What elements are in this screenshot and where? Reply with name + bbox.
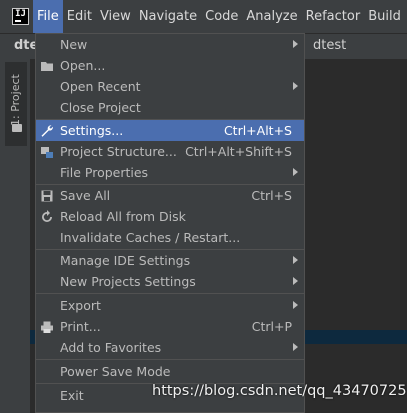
menu-item-label: Open Recent (60, 79, 141, 94)
menu-separator (36, 359, 304, 360)
menu-item-shortcut: Ctrl+S (251, 188, 292, 203)
save-icon (41, 190, 53, 202)
folder-icon (41, 62, 53, 71)
menu-item-project-structure[interactable]: Project Structure... Ctrl+Alt+Shift+S (36, 141, 304, 162)
menu-edit[interactable]: Edit (63, 0, 96, 33)
menu-item-label: Add to Favorites (60, 340, 162, 355)
menu-file[interactable]: File (33, 0, 63, 33)
menu-analyze[interactable]: Analyze (242, 0, 301, 33)
menu-item-reload-all[interactable]: Reload All from Disk (36, 206, 304, 227)
menu-item-label: Save All (60, 188, 111, 203)
menu-item-open-recent[interactable]: Open Recent (36, 76, 304, 97)
project-structure-icon (41, 147, 53, 158)
submenu-arrow-icon (293, 277, 298, 285)
menu-item-file-properties[interactable]: File Properties (36, 162, 304, 183)
menu-item-label: File Properties (60, 165, 149, 180)
main-menubar: IJ File Edit View Navigate Code Analyze … (0, 0, 407, 33)
menu-item-add-to-favorites[interactable]: Add to Favorites (36, 337, 304, 358)
menu-item-new-projects-settings[interactable]: New Projects Settings (36, 271, 304, 292)
menu-item-new[interactable]: New (36, 34, 304, 55)
menu-code[interactable]: Code (201, 0, 242, 33)
menu-item-print[interactable]: Print... Ctrl+P (36, 316, 304, 337)
menu-item-manage-ide-settings[interactable]: Manage IDE Settings (36, 250, 304, 271)
menu-item-export[interactable]: Export (36, 295, 304, 316)
menu-item-label: Exit (60, 388, 84, 403)
menu-view[interactable]: View (96, 0, 135, 33)
reload-icon (42, 210, 52, 222)
menu-item-label: Invalidate Caches / Restart... (60, 230, 241, 245)
menu-refactor[interactable]: Refactor (302, 0, 365, 33)
editor-tab-label[interactable]: dtest (313, 38, 346, 53)
menu-item-save-all[interactable]: Save All Ctrl+S (36, 185, 304, 206)
submenu-arrow-icon (293, 301, 298, 309)
menu-separator (36, 293, 304, 294)
project-tool-window-label: 1: Project (9, 74, 22, 126)
file-menu-dropdown: New Open... Open Recent Close Project Se… (35, 33, 305, 413)
menu-item-shortcut: Ctrl+P (251, 319, 292, 334)
submenu-arrow-icon (293, 82, 298, 90)
menu-item-settings[interactable]: Settings... Ctrl+Alt+S (36, 120, 304, 141)
menu-item-close-project[interactable]: Close Project (36, 97, 304, 118)
intellij-logo-icon: IJ (12, 8, 29, 25)
menu-item-shortcut: Ctrl+Alt+S (223, 123, 292, 138)
menu-item-label: New (60, 37, 88, 52)
menu-item-label: Power Save Mode (60, 364, 171, 379)
print-icon (41, 321, 53, 333)
folder-icon (12, 124, 22, 132)
menu-item-power-save-mode[interactable]: Power Save Mode (36, 361, 304, 382)
menu-navigate[interactable]: Navigate (135, 0, 201, 33)
menu-item-label: Project Structure... (60, 144, 177, 159)
menu-item-label: Manage IDE Settings (60, 253, 191, 268)
menu-item-label: Export (60, 298, 101, 313)
watermark-text: https://blog.csdn.net/qq_43470725 (152, 383, 407, 399)
menu-item-label: Open... (60, 58, 106, 73)
submenu-arrow-icon (293, 168, 298, 176)
menu-build[interactable]: Build (364, 0, 405, 33)
submenu-arrow-icon (293, 256, 298, 264)
wrench-icon (41, 125, 53, 137)
submenu-arrow-icon (293, 40, 298, 48)
menu-item-shortcut: Ctrl+Alt+Shift+S (185, 144, 292, 159)
submenu-arrow-icon (293, 343, 298, 351)
menu-item-invalidate-caches[interactable]: Invalidate Caches / Restart... (36, 227, 304, 248)
menu-item-label: New Projects Settings (60, 274, 196, 289)
menu-item-label: Close Project (60, 100, 141, 115)
menu-item-label: Settings... (60, 123, 124, 138)
menu-item-label: Reload All from Disk (60, 209, 186, 224)
menu-item-label: Print... (60, 319, 101, 334)
menu-item-open[interactable]: Open... (36, 55, 304, 76)
